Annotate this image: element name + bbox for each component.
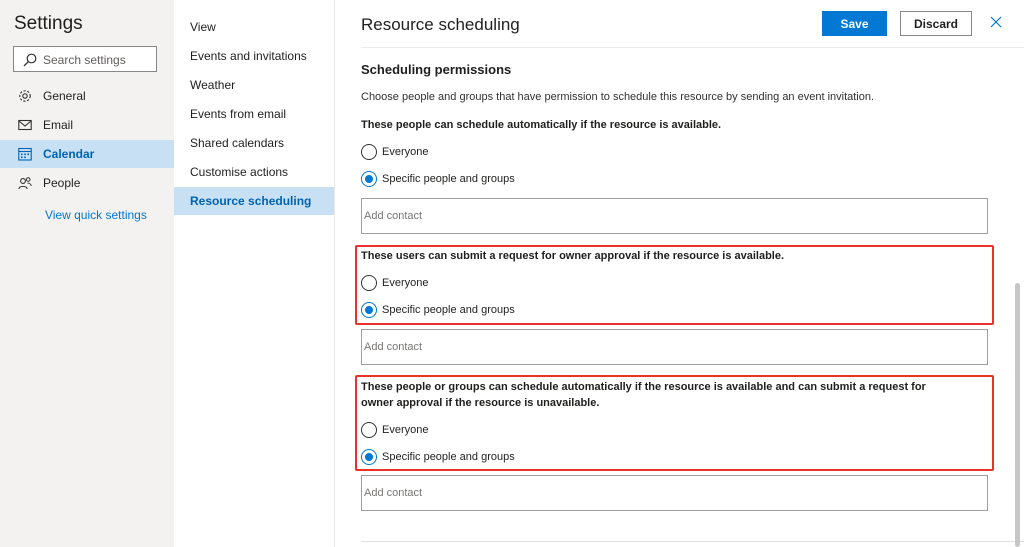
category-label: Weather: [190, 78, 236, 92]
radio-label: Everyone: [382, 146, 429, 158]
permission-question: These users can submit a request for own…: [361, 250, 785, 262]
radio-everyone[interactable]: Everyone: [361, 143, 428, 161]
close-icon[interactable]: [989, 15, 1003, 29]
radio-label: Everyone: [382, 424, 429, 436]
section-description: Choose people and groups that have permi…: [361, 91, 875, 103]
category-label: Events from email: [190, 107, 287, 121]
search-settings-input[interactable]: Search settings: [13, 46, 157, 72]
nav-item-label: Calendar: [43, 147, 95, 161]
radio-everyone[interactable]: Everyone: [361, 274, 428, 292]
radio-circle: [361, 422, 377, 438]
radio-circle: [361, 275, 377, 291]
category-view[interactable]: View: [174, 13, 334, 41]
add-contact-input[interactable]: [361, 329, 988, 365]
radio-everyone[interactable]: Everyone: [361, 421, 428, 439]
resource-scheduling-panel: Resource scheduling Save Discard Schedul…: [335, 0, 1024, 547]
radio-specific-people[interactable]: Specific people and groups: [361, 170, 515, 188]
radio-circle: [361, 171, 377, 187]
view-quick-settings-link[interactable]: View quick settings: [45, 208, 147, 222]
people-icon: [18, 177, 32, 190]
permission-question: These people or groups can schedule auto…: [361, 381, 926, 409]
section-divider: [361, 541, 1024, 542]
settings-sidebar: Settings Search settings General Email C…: [0, 0, 174, 547]
add-contact-input[interactable]: [361, 475, 988, 511]
nav-item-email[interactable]: Email: [0, 111, 174, 139]
category-resource-scheduling[interactable]: Resource scheduling: [174, 187, 334, 215]
radio-circle: [361, 302, 377, 318]
search-placeholder: Search settings: [43, 53, 126, 67]
settings-title: Settings: [14, 13, 83, 34]
radio-specific-people[interactable]: Specific people and groups: [361, 448, 515, 466]
nav-item-calendar[interactable]: Calendar: [0, 140, 174, 168]
nav-item-label: General: [43, 89, 86, 103]
nav-item-label: People: [43, 176, 81, 190]
save-button[interactable]: Save: [822, 11, 887, 36]
section-title: Scheduling permissions: [361, 62, 512, 77]
mail-icon: [18, 119, 32, 131]
category-events-and-invitations[interactable]: Events and invitations: [174, 42, 334, 70]
category-label: Shared calendars: [190, 136, 285, 150]
category-label: Events and invitations: [190, 49, 307, 63]
radio-label: Specific people and groups: [382, 173, 515, 185]
radio-label: Specific people and groups: [382, 451, 515, 463]
category-label: Customise actions: [190, 165, 289, 179]
radio-specific-people[interactable]: Specific people and groups: [361, 301, 515, 319]
calendar-icon: [18, 147, 32, 161]
nav-item-people[interactable]: People: [0, 169, 174, 197]
search-icon: [23, 53, 37, 67]
category-shared-calendars[interactable]: Shared calendars: [174, 129, 334, 157]
page-title: Resource scheduling: [361, 15, 520, 34]
category-label: Resource scheduling: [190, 194, 312, 208]
header-divider: [361, 47, 1024, 48]
category-label: View: [190, 20, 216, 34]
gear-icon: [19, 90, 31, 102]
discard-button[interactable]: Discard: [900, 11, 972, 36]
permission-question: These people can schedule automatically …: [361, 119, 722, 131]
content-scrollbar[interactable]: [1015, 283, 1020, 547]
radio-label: Specific people and groups: [382, 304, 515, 316]
add-contact-input[interactable]: [361, 198, 988, 234]
calendar-categories-pane: View Events and invitations Weather Even…: [174, 0, 335, 547]
category-weather[interactable]: Weather: [174, 71, 334, 99]
nav-item-general[interactable]: General: [0, 82, 174, 110]
radio-circle: [361, 144, 377, 160]
nav-item-label: Email: [43, 118, 74, 132]
category-events-from-email[interactable]: Events from email: [174, 100, 334, 128]
radio-circle: [361, 449, 377, 465]
radio-label: Everyone: [382, 277, 429, 289]
category-customise-actions[interactable]: Customise actions: [174, 158, 334, 186]
